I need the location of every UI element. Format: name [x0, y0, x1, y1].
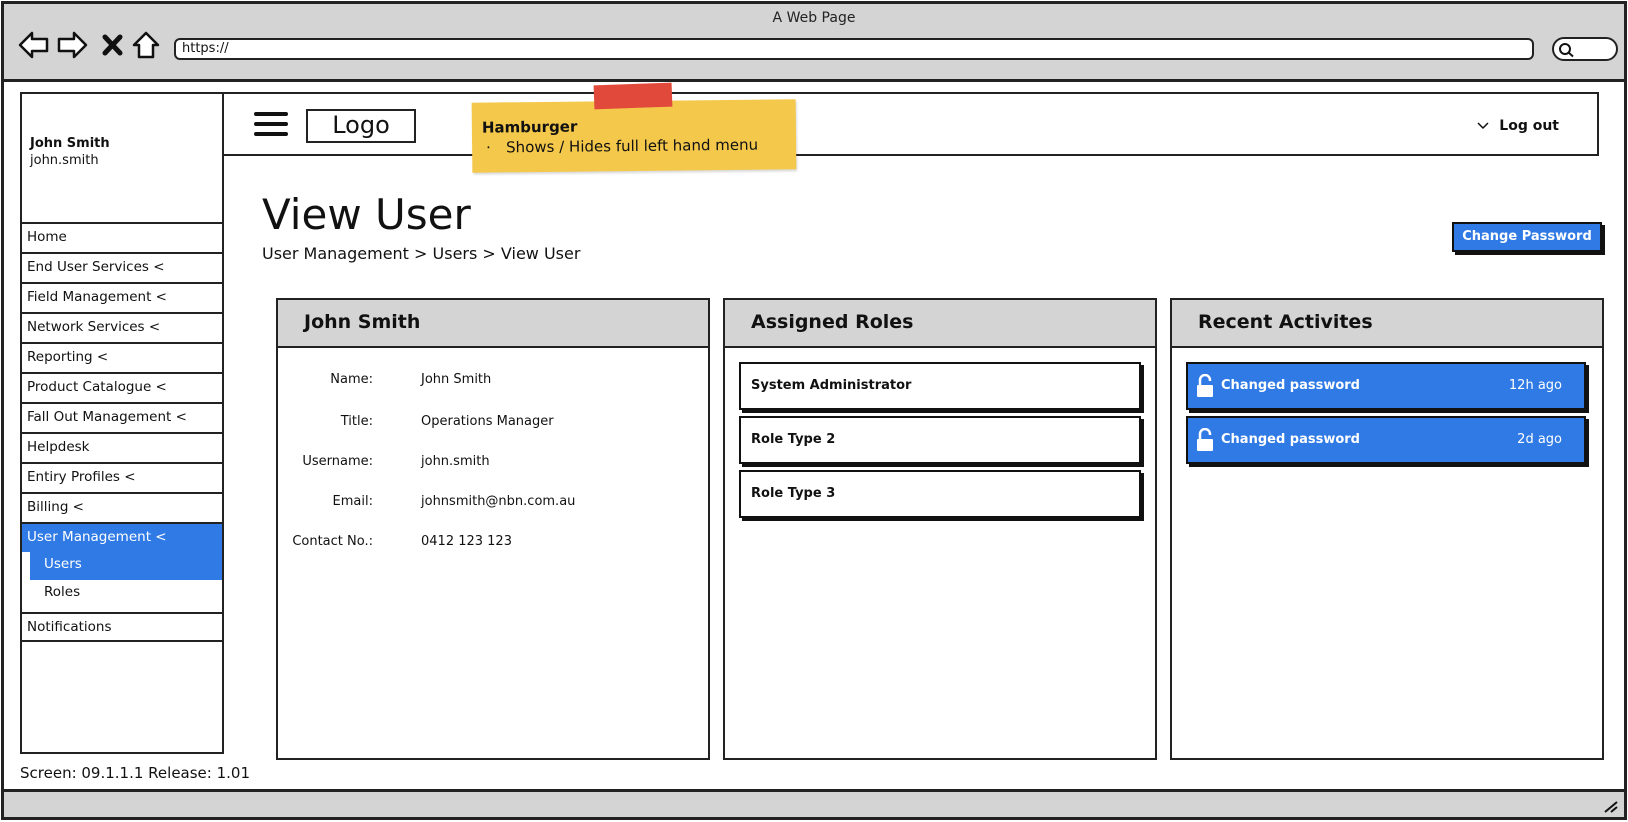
page-title: View User [262, 190, 471, 239]
field-value: johnsmith@nbn.com.au [421, 494, 576, 509]
activity-time: 2d ago [1517, 432, 1562, 447]
sidebar-item-billing[interactable]: Billing < [22, 492, 222, 522]
change-password-button[interactable]: Change Password [1452, 222, 1602, 252]
unlock-icon [1197, 428, 1213, 451]
home-icon[interactable] [130, 30, 162, 60]
forward-arrow-icon[interactable] [56, 30, 88, 60]
sidebar-item-reporting[interactable]: Reporting < [22, 342, 222, 372]
field-name: Name: John Smith [278, 372, 698, 392]
sidebar-item-field-management[interactable]: Field Management < [22, 282, 222, 312]
role-card[interactable]: Role Type 3 [739, 470, 1141, 518]
sidebar-item-fall-out-management[interactable]: Fall Out Management < [22, 402, 222, 432]
field-contact-no: Contact No.: 0412 123 123 [278, 534, 698, 554]
field-username: Username: john.smith [278, 454, 698, 474]
sidebar-item-user-management[interactable]: User Management < [22, 522, 222, 552]
sidebar-item-end-user-services[interactable]: End User Services < [22, 252, 222, 282]
sidebar-item-helpdesk[interactable]: Helpdesk [22, 432, 222, 462]
browser-search[interactable] [1552, 37, 1618, 61]
user-details-panel: John Smith Name: John Smith Title: Opera… [276, 298, 710, 760]
field-email: Email: johnsmith@nbn.com.au [278, 494, 698, 514]
field-value: Operations Manager [421, 414, 554, 429]
url-text: https:// [182, 41, 229, 56]
screen-info: Screen: 09.1.1.1 Release: 1.01 [20, 764, 251, 782]
chevron-down-icon [1477, 118, 1489, 134]
sidebar-user-block: John Smith john.smith [30, 136, 110, 168]
sidebar-subitem-roles[interactable]: Roles [30, 580, 222, 608]
field-label: Email: [332, 494, 373, 509]
field-value: john.smith [421, 454, 490, 469]
activity-item[interactable]: Changed password 2d ago [1186, 416, 1586, 464]
sidebar-submenu: Users Roles [22, 552, 222, 608]
logout-button[interactable]: Log out [1477, 118, 1559, 134]
sidebar-item-home[interactable]: Home [22, 222, 222, 252]
unlock-icon [1197, 374, 1213, 397]
field-title: Title: Operations Manager [278, 414, 698, 434]
hamburger-menu-icon[interactable] [254, 112, 288, 138]
window-title: A Web Page [772, 10, 856, 26]
breadcrumb[interactable]: User Management > Users > View User [262, 244, 580, 263]
recent-activities-heading: Recent Activites [1172, 300, 1602, 348]
browser-status-bar [4, 789, 1624, 817]
sidebar-item-product-catalogue[interactable]: Product Catalogue < [22, 372, 222, 402]
sticky-note: Hamburger Shows / Hides full left hand m… [471, 99, 797, 173]
sidebar-subitem-users[interactable]: Users [30, 552, 222, 580]
activity-item[interactable]: Changed password 12h ago [1186, 362, 1586, 410]
sidebar-item-network-services[interactable]: Network Services < [22, 312, 222, 342]
app-header: Logo Log out [224, 92, 1599, 156]
activity-text: Changed password [1221, 378, 1360, 393]
sidebar-user-name: John Smith [30, 136, 110, 151]
sidebar-item-entiry-profiles[interactable]: Entiry Profiles < [22, 462, 222, 492]
sticky-note-tape [593, 82, 673, 110]
field-label: Name: [330, 372, 373, 387]
sidebar-item-notifications[interactable]: Notifications [22, 612, 222, 642]
user-details-heading: John Smith [278, 300, 708, 348]
activity-time: 12h ago [1508, 378, 1562, 393]
role-card[interactable]: System Administrator [739, 362, 1141, 410]
sticky-note-text: Shows / Hides full left hand menu [506, 136, 758, 157]
field-value: 0412 123 123 [421, 534, 512, 549]
field-label: Title: [340, 414, 373, 429]
field-value: John Smith [421, 372, 492, 387]
logo: Logo [306, 109, 416, 143]
logout-label: Log out [1499, 118, 1559, 134]
sidebar: John Smith john.smith Home End User Serv… [20, 92, 224, 754]
field-label: Username: [302, 454, 373, 469]
sidebar-menu: Home End User Services < Field Managemen… [22, 222, 222, 642]
field-label: Contact No.: [292, 534, 373, 549]
search-icon [1559, 43, 1574, 58]
role-card[interactable]: Role Type 2 [739, 416, 1141, 464]
back-arrow-icon[interactable] [18, 30, 50, 60]
recent-activities-panel: Recent Activites Changed password 12h ag… [1170, 298, 1604, 760]
sticky-note-title: Hamburger [481, 117, 578, 137]
activity-text: Changed password [1221, 432, 1360, 447]
url-bar[interactable]: https:// [174, 38, 1534, 60]
browser-chrome: A Web Page https:// [4, 4, 1624, 82]
resize-grip-icon[interactable] [1602, 799, 1618, 813]
assigned-roles-panel: Assigned Roles System Administrator Role… [723, 298, 1157, 760]
close-x-icon[interactable] [100, 30, 132, 60]
assigned-roles-heading: Assigned Roles [725, 300, 1155, 348]
sidebar-user-login: john.smith [30, 153, 99, 168]
